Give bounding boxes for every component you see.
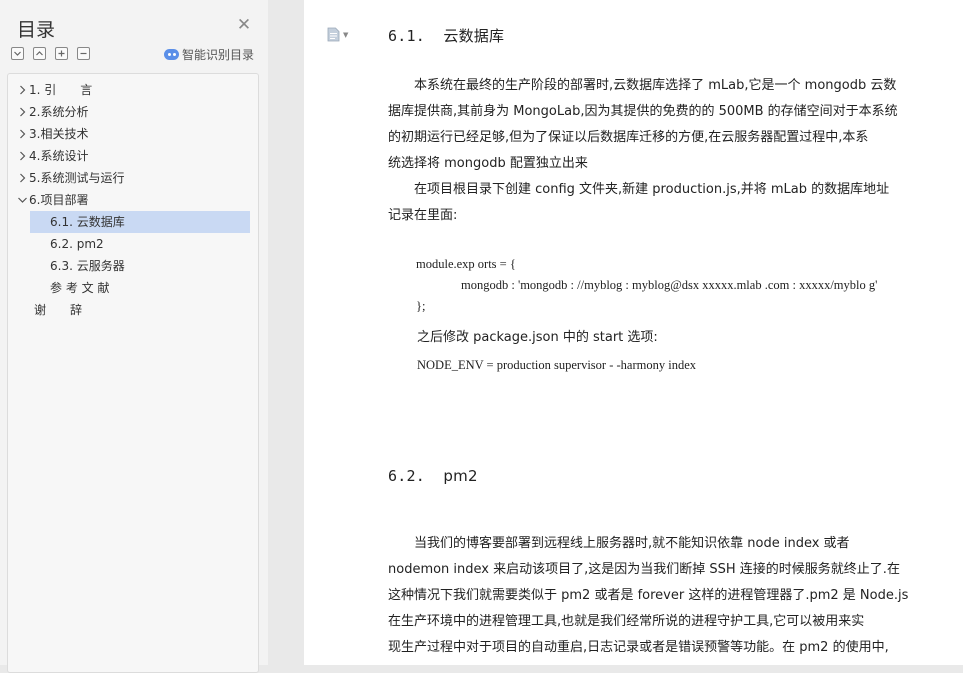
chevron-right-icon[interactable] [17,145,29,167]
toc-item-label: 6.1. 云数据库 [50,215,125,229]
text-line: 的初期运行已经足够,但为了保证以后数据库迁移的方便,在云服务器配置过程中,本系 [388,130,869,145]
caret-down-icon: ▼ [343,30,349,39]
minus-icon[interactable] [77,47,90,60]
chevron-right-icon[interactable] [17,123,29,145]
code-line: }; [416,299,426,313]
toc-item-label: 5.系统测试与运行 [29,171,125,185]
toc-list: 1. 引 言 2.系统分析 3.相关技术 4.系统设计 5.系统测试与运行 6.… [7,73,259,673]
text-line: 记录在里面: [388,208,458,223]
command-line: NODE_ENV = production supervisor - -harm… [417,358,696,372]
text-line: 之后修改 package.json 中的 start 选项: [417,330,658,345]
section-heading-cloud-db: 6.1. 云数据库 [388,25,504,46]
toc-item-label: 1. 引 言 [29,83,93,97]
toc-item-design[interactable]: 4.系统设计 [17,145,88,167]
smart-toc-button[interactable]: 智能识别目录 [164,46,254,63]
text-line: 统选择将 mongodb 配置独立出来 [388,156,588,171]
section-title: pm2 [443,467,478,485]
text-line: 现生产过程中对于项目的自动重启,日志记录或者是错误预警等功能。在 pm2 的使用… [388,640,889,655]
toc-item-label: 6.项目部署 [29,193,89,207]
text-line: 据库提供商,其前身为 MongoLab,因为其提供的免费的的 500MB 的存储… [388,104,898,119]
paragraph-cloud-db: 本系统在最终的生产阶段的部署时,云数据库选择了 mLab,它是一个 mongod… [388,73,936,229]
toc-sidebar: 目录 ✕ 智能识别目录 1. 引 言 2.系统分析 3.相关技术 4.系统设计 [0,0,268,673]
section-number: 6.2. [388,467,425,485]
collapse-all-icon[interactable] [11,47,24,60]
toc-title: 目录 [17,19,56,41]
toc-item-tech[interactable]: 3.相关技术 [17,123,88,145]
document-icon [327,27,340,42]
ai-bot-icon [164,49,179,60]
plus-icon[interactable] [55,47,68,60]
paragraph-after-code: 之后修改 package.json 中的 start 选项: [417,325,937,351]
toc-item-analysis[interactable]: 2.系统分析 [17,101,88,123]
toc-toolbar [11,47,90,63]
section-number: 6.1. [388,27,425,45]
close-icon[interactable]: ✕ [236,17,252,34]
text-line: 这种情况下我们就需要类似于 pm2 或者是 forever 这样的进程管理器了.… [388,588,909,603]
chevron-right-icon[interactable] [17,101,29,123]
expand-up-icon[interactable] [33,47,46,60]
section-title: 云数据库 [443,27,505,45]
text-line: 当我们的博客要部署到远程线上服务器时,就不能知识依靠 node index 或者 [388,536,850,551]
toc-item-cloud-server[interactable]: 6.3. 云服务器 [50,255,125,277]
document-page: ▼ 6.1. 云数据库 本系统在最终的生产阶段的部署时,云数据库选择了 mLab… [304,0,963,665]
code-line: module.exp orts = { [416,257,516,271]
toc-item-label: 4.系统设计 [29,149,89,163]
smart-toc-label: 智能识别目录 [182,48,255,62]
code-line: mongodb : 'mongodb : //myblog : myblog@d… [461,278,878,292]
pane-gap [268,0,304,665]
toc-item-label: 3.相关技术 [29,127,89,141]
text-line: nodemon index 来启动该项目了,这是因为当我们断掉 SSH 连接的时… [388,562,900,577]
toc-item-label: 2.系统分析 [29,105,89,119]
toc-item-label: 谢 辞 [34,303,83,317]
toc-item-thanks[interactable]: 谢 辞 [34,299,82,321]
toc-item-label: 参 考 文 献 [50,281,110,295]
toc-item-cloud-db[interactable]: 6.1. 云数据库 [30,211,250,233]
toc-item-label: 6.3. 云服务器 [50,259,125,273]
text-line: 在生产环境中的进程管理工具,也就是我们经常所说的进程守护工具,它可以被用来实 [388,614,865,629]
toc-item-label: 6.2. pm2 [50,237,104,251]
paragraph-pm2: 当我们的博客要部署到远程线上服务器时,就不能知识依靠 node index 或者… [388,531,936,661]
toc-item-intro[interactable]: 1. 引 言 [17,79,92,101]
text-line: 在项目根目录下创建 config 文件夹,新建 production.js,并将… [388,182,890,197]
chevron-right-icon[interactable] [17,167,29,189]
toc-item-references[interactable]: 参 考 文 献 [50,277,109,299]
section-heading-pm2: 6.2. pm2 [388,467,478,485]
toc-item-deploy[interactable]: 6.项目部署 [17,189,88,211]
chevron-right-icon[interactable] [17,79,29,101]
toc-item-pm2[interactable]: 6.2. pm2 [50,233,104,255]
text-line: 本系统在最终的生产阶段的部署时,云数据库选择了 mLab,它是一个 mongod… [388,78,897,93]
document-menu-button[interactable]: ▼ [327,27,348,42]
toc-item-testing[interactable]: 5.系统测试与运行 [17,167,124,189]
chevron-down-icon[interactable] [17,189,29,211]
